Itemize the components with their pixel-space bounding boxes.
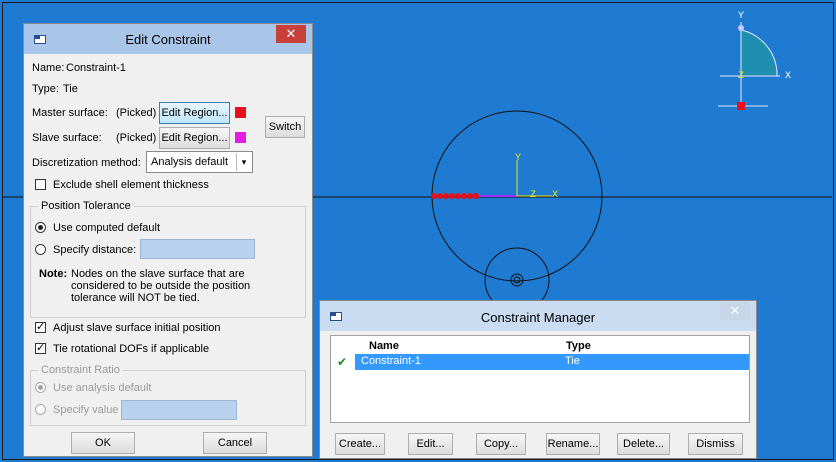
cancel-button[interactable]: Cancel [203, 432, 267, 454]
close-button[interactable]: ✕ [720, 302, 750, 320]
constraint-manager-dialog: Constraint Manager ✕ Name Type ✔ Constra… [319, 300, 757, 459]
row-name: Constraint-1 [361, 355, 421, 367]
origin-z-label: Z [530, 190, 536, 201]
master-edit-region-button[interactable]: Edit Region... [159, 102, 230, 124]
triad-y-label: Y [738, 11, 744, 22]
use-computed-default-radio[interactable] [35, 222, 46, 233]
close-button[interactable]: ✕ [276, 25, 306, 43]
origin-y-label: Y [515, 153, 521, 164]
discretization-label: Discretization method: [32, 157, 141, 169]
ok-button[interactable]: OK [71, 432, 135, 454]
position-tolerance-title: Position Tolerance [38, 200, 134, 212]
delete-button[interactable]: Delete... [617, 433, 670, 455]
table-row[interactable]: ✔ Constraint-1 Tie [331, 354, 749, 370]
chevron-down-icon: ▾ [236, 153, 251, 171]
tie-rotational-label: Tie rotational DOFs if applicable [53, 343, 210, 355]
adjust-slave-checkbox[interactable]: ✓ [35, 322, 46, 333]
edit-constraint-titlebar[interactable]: Edit Constraint ✕ [24, 24, 312, 54]
small-circle-center-inner [513, 276, 521, 284]
row-type: Tie [565, 355, 580, 367]
copy-button[interactable]: Copy... [476, 433, 526, 455]
origin-x-label: X [552, 190, 558, 201]
slave-surface-label: Slave surface: [32, 132, 102, 144]
edit-button[interactable]: Edit... [408, 433, 453, 455]
constraint-manager-titlebar[interactable]: Constraint Manager ✕ [320, 301, 756, 331]
master-surface-label: Master surface: [32, 107, 108, 119]
specify-distance-label: Specify distance: [53, 244, 137, 256]
column-header-name: Name [369, 340, 399, 352]
note-line-3: tolerance will NOT be tied. [71, 292, 200, 304]
slave-edit-region-button[interactable]: Edit Region... [159, 127, 230, 149]
use-analysis-default-radio[interactable] [35, 382, 46, 393]
small-circle-center-outer [510, 273, 524, 287]
name-value: Constraint-1 [66, 62, 126, 74]
close-icon: ✕ [729, 303, 741, 318]
close-icon: ✕ [285, 26, 297, 41]
constraint-manager-title: Constraint Manager [480, 310, 596, 325]
constraint-ratio-title: Constraint Ratio [38, 364, 123, 376]
tie-rotational-checkbox[interactable]: ✓ [35, 343, 46, 354]
master-color-swatch [235, 107, 246, 118]
triad-x-label: X [785, 71, 791, 82]
specify-distance-field[interactable] [140, 239, 255, 259]
column-header-type: Type [566, 340, 591, 352]
use-computed-default-label: Use computed default [53, 222, 161, 234]
type-label: Type: [32, 83, 59, 95]
master-surface-markers [431, 193, 479, 199]
specify-value-radio[interactable] [35, 404, 46, 415]
note-line-1: Nodes on the slave surface that are [71, 268, 245, 280]
master-surface-state: (Picked) [116, 107, 157, 119]
dismiss-button[interactable]: Dismiss [688, 433, 743, 455]
check-icon: ✔ [337, 355, 348, 369]
specify-distance-radio[interactable] [35, 244, 46, 255]
constraint-table: Name Type ✔ Constraint-1 Tie [330, 335, 750, 423]
create-button[interactable]: Create... [335, 433, 385, 455]
note-label: Note: [39, 268, 68, 280]
switch-button[interactable]: Switch [265, 116, 305, 138]
name-label: Name: [32, 62, 65, 74]
edit-constraint-dialog: Edit Constraint ✕ Name: Constraint-1 Typ… [23, 23, 313, 457]
discretization-select[interactable]: Analysis default ▾ [146, 151, 253, 173]
exclude-shell-checkbox[interactable] [35, 179, 46, 190]
specify-value-label: Specify value [53, 404, 119, 416]
use-analysis-default-label: Use analysis default [53, 382, 152, 394]
slave-surface-state: (Picked) [116, 132, 157, 144]
rename-button[interactable]: Rename... [546, 433, 600, 455]
specify-value-field[interactable] [121, 400, 237, 420]
adjust-slave-label: Adjust slave surface initial position [53, 322, 221, 334]
slave-color-swatch [235, 132, 246, 143]
view-triad [718, 22, 780, 110]
exclude-shell-label: Exclude shell element thickness [53, 179, 209, 191]
discretization-value: Analysis default [151, 156, 229, 168]
edit-constraint-title: Edit Constraint [125, 32, 211, 47]
note-line-2: considered to be outside the position [71, 280, 251, 292]
type-value: Tie [63, 83, 78, 95]
triad-z-label: Z [738, 71, 744, 82]
